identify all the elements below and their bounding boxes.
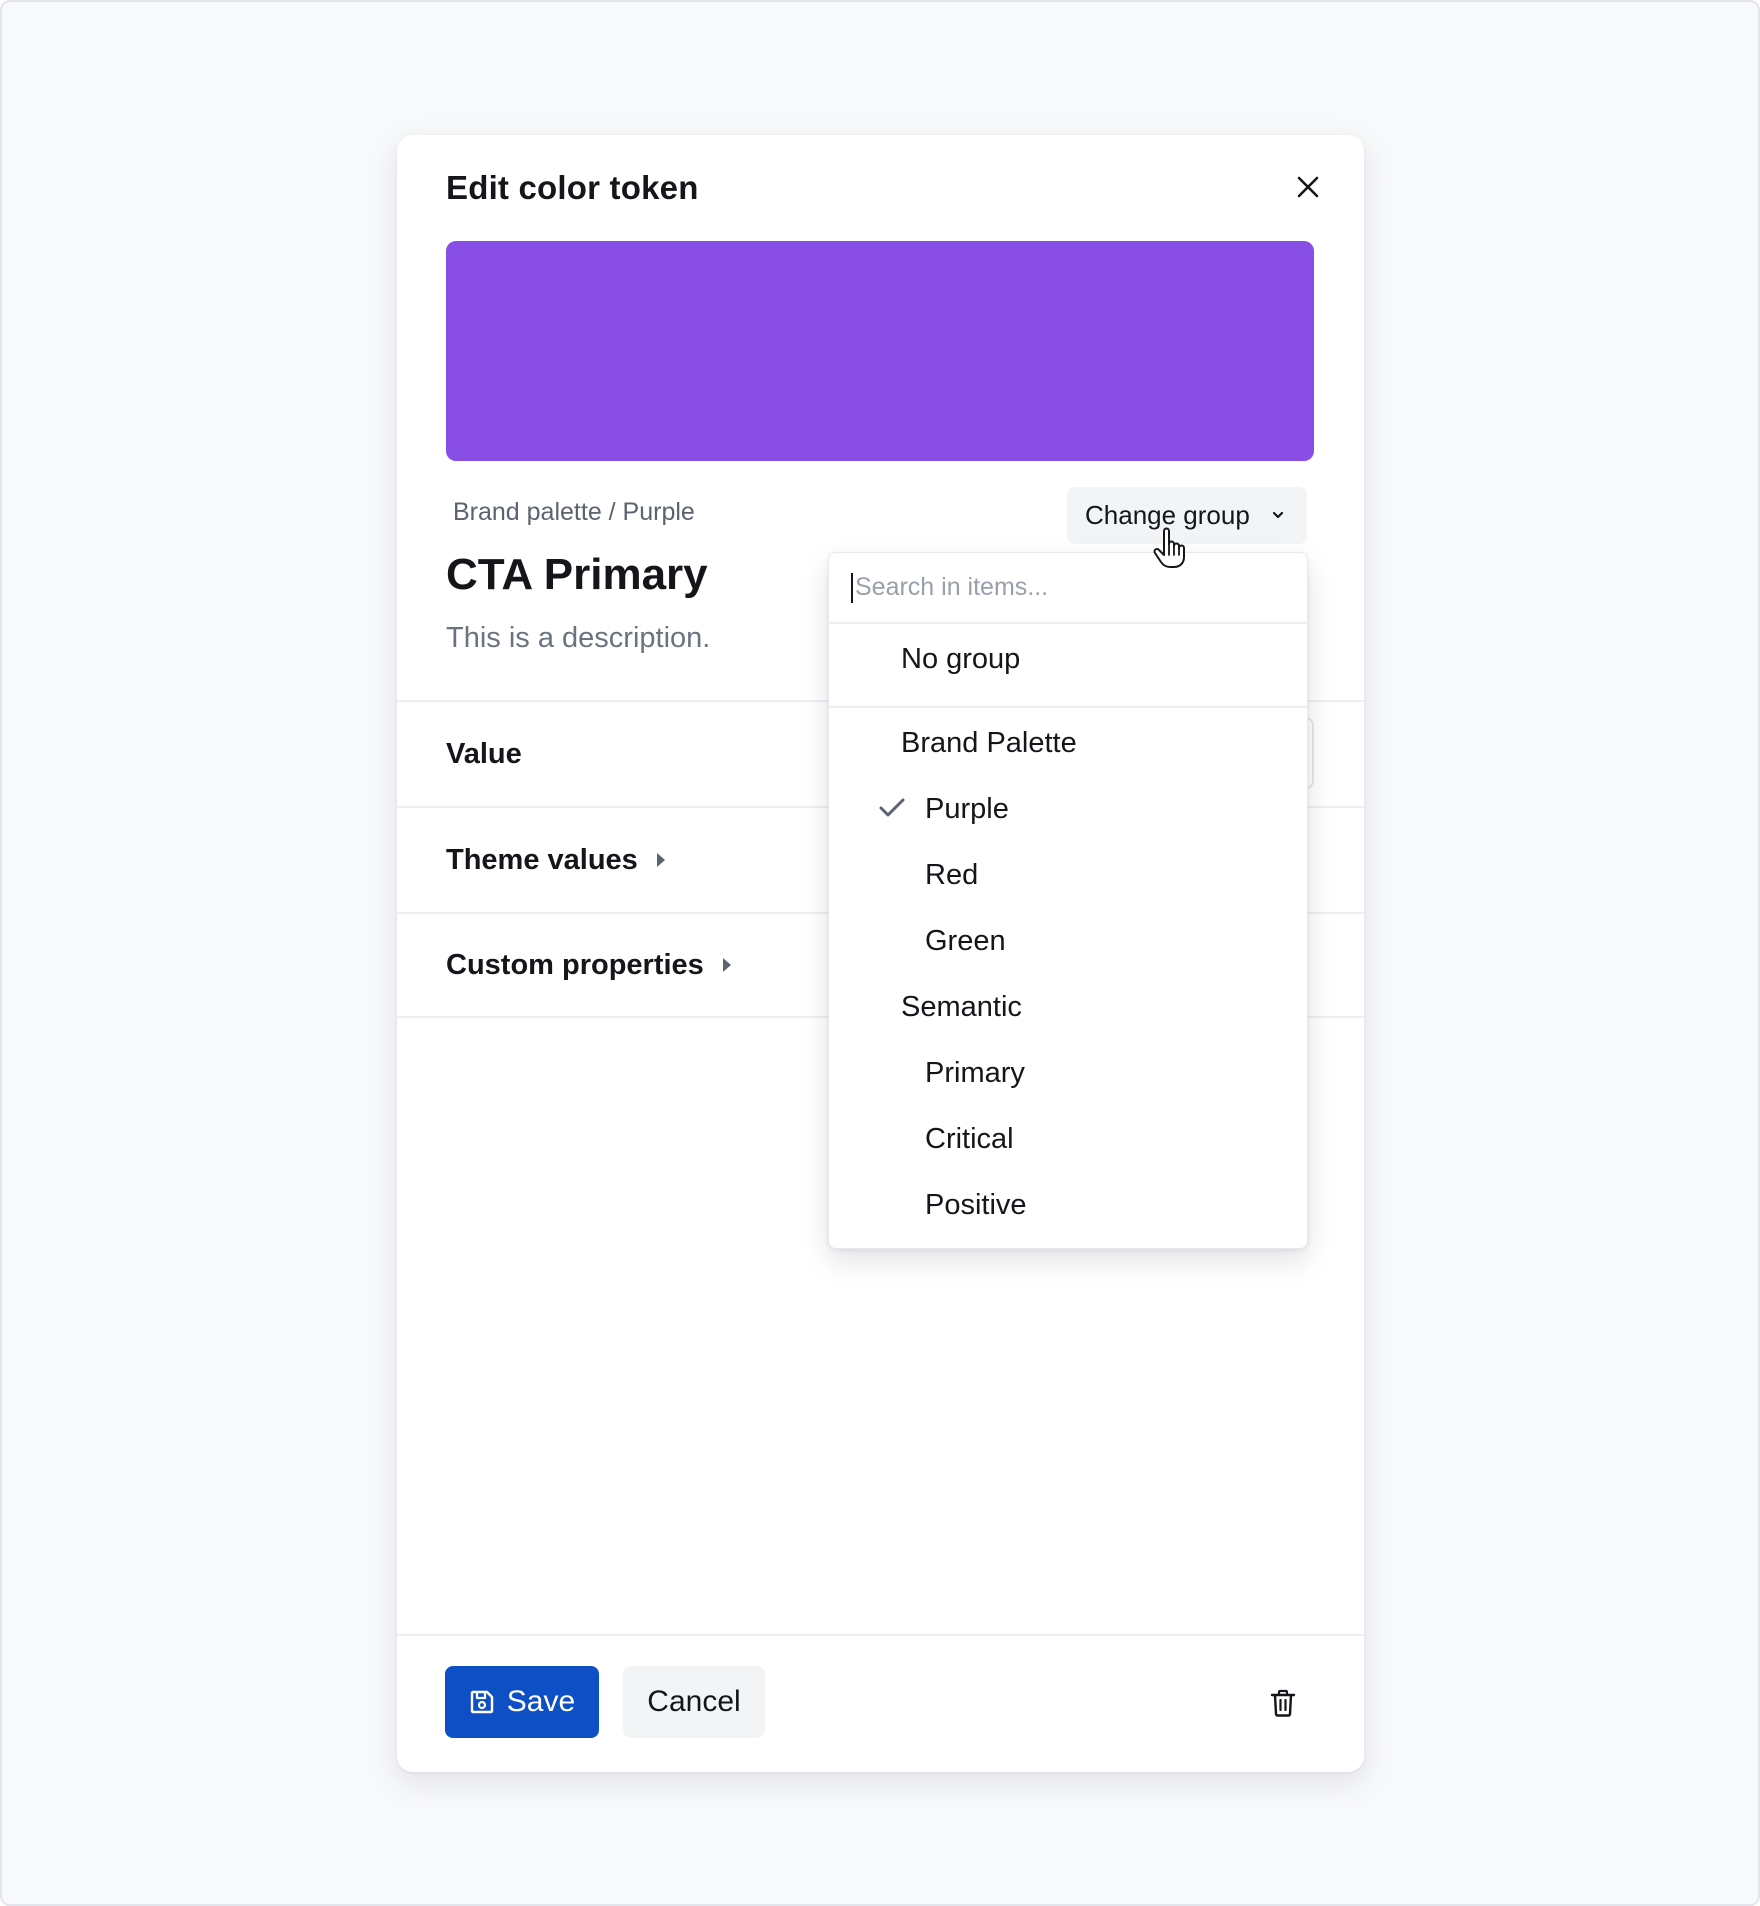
cancel-button-label: Cancel	[647, 1685, 741, 1718]
dropdown-item-green[interactable]: Green	[829, 914, 1307, 968]
dropdown-item-primary[interactable]: Primary	[829, 1046, 1307, 1100]
dropdown-item-label: Red	[925, 858, 979, 891]
footer-divider	[397, 1634, 1364, 1636]
caret-right-icon	[656, 852, 666, 868]
search-input[interactable]	[855, 573, 1255, 602]
token-name: CTA Primary	[446, 550, 708, 599]
dropdown-item-red[interactable]: Red	[829, 848, 1307, 902]
dropdown-item-label: No group	[901, 642, 1021, 675]
section-theme-values-label: Theme values	[446, 843, 638, 876]
close-icon	[1297, 176, 1319, 198]
dropdown-group-header: Semantic	[829, 980, 1307, 1034]
dropdown-divider	[829, 706, 1307, 708]
floppy-disk-icon	[470, 1690, 493, 1714]
group-label: Brand Palette	[901, 726, 1077, 759]
breadcrumb: Brand palette / Purple	[453, 498, 695, 526]
save-button-label: Save	[506, 1685, 576, 1718]
delete-button[interactable]	[1265, 1683, 1301, 1723]
cancel-button[interactable]: Cancel	[623, 1666, 765, 1738]
caret-right-icon	[722, 957, 732, 973]
hand-cursor-icon	[1153, 527, 1185, 568]
trash-icon	[1270, 1689, 1296, 1717]
chevron-down-icon	[1272, 511, 1284, 519]
dialog-title: Edit color token	[446, 169, 699, 206]
dropdown-search[interactable]	[829, 553, 1307, 624]
dropdown-item-label: Positive	[925, 1188, 1027, 1221]
close-button[interactable]	[1292, 171, 1324, 203]
dropdown-item-label: Primary	[925, 1056, 1025, 1089]
dropdown-item-label: Green	[925, 924, 1006, 957]
token-description: This is a description.	[446, 622, 711, 654]
save-button[interactable]: Save	[445, 1666, 599, 1738]
dropdown-item-no-group[interactable]: No group	[829, 632, 1307, 686]
dropdown-group-header: Brand Palette	[829, 716, 1307, 770]
dropdown-item-positive[interactable]: Positive	[829, 1178, 1307, 1232]
checkmark-icon	[879, 798, 905, 817]
text-cursor	[851, 572, 853, 603]
color-swatch	[446, 241, 1314, 461]
group-label: Semantic	[901, 990, 1022, 1023]
dropdown-item-label: Purple	[925, 792, 1009, 825]
dropdown-item-critical[interactable]: Critical	[829, 1112, 1307, 1166]
section-value-label: Value	[446, 737, 522, 770]
change-group-dropdown: No group Brand Palette Purple Red Green …	[828, 552, 1308, 1249]
dropdown-item-label: Critical	[925, 1122, 1014, 1155]
section-custom-properties-label: Custom properties	[446, 948, 704, 981]
dropdown-item-purple[interactable]: Purple	[829, 782, 1307, 836]
